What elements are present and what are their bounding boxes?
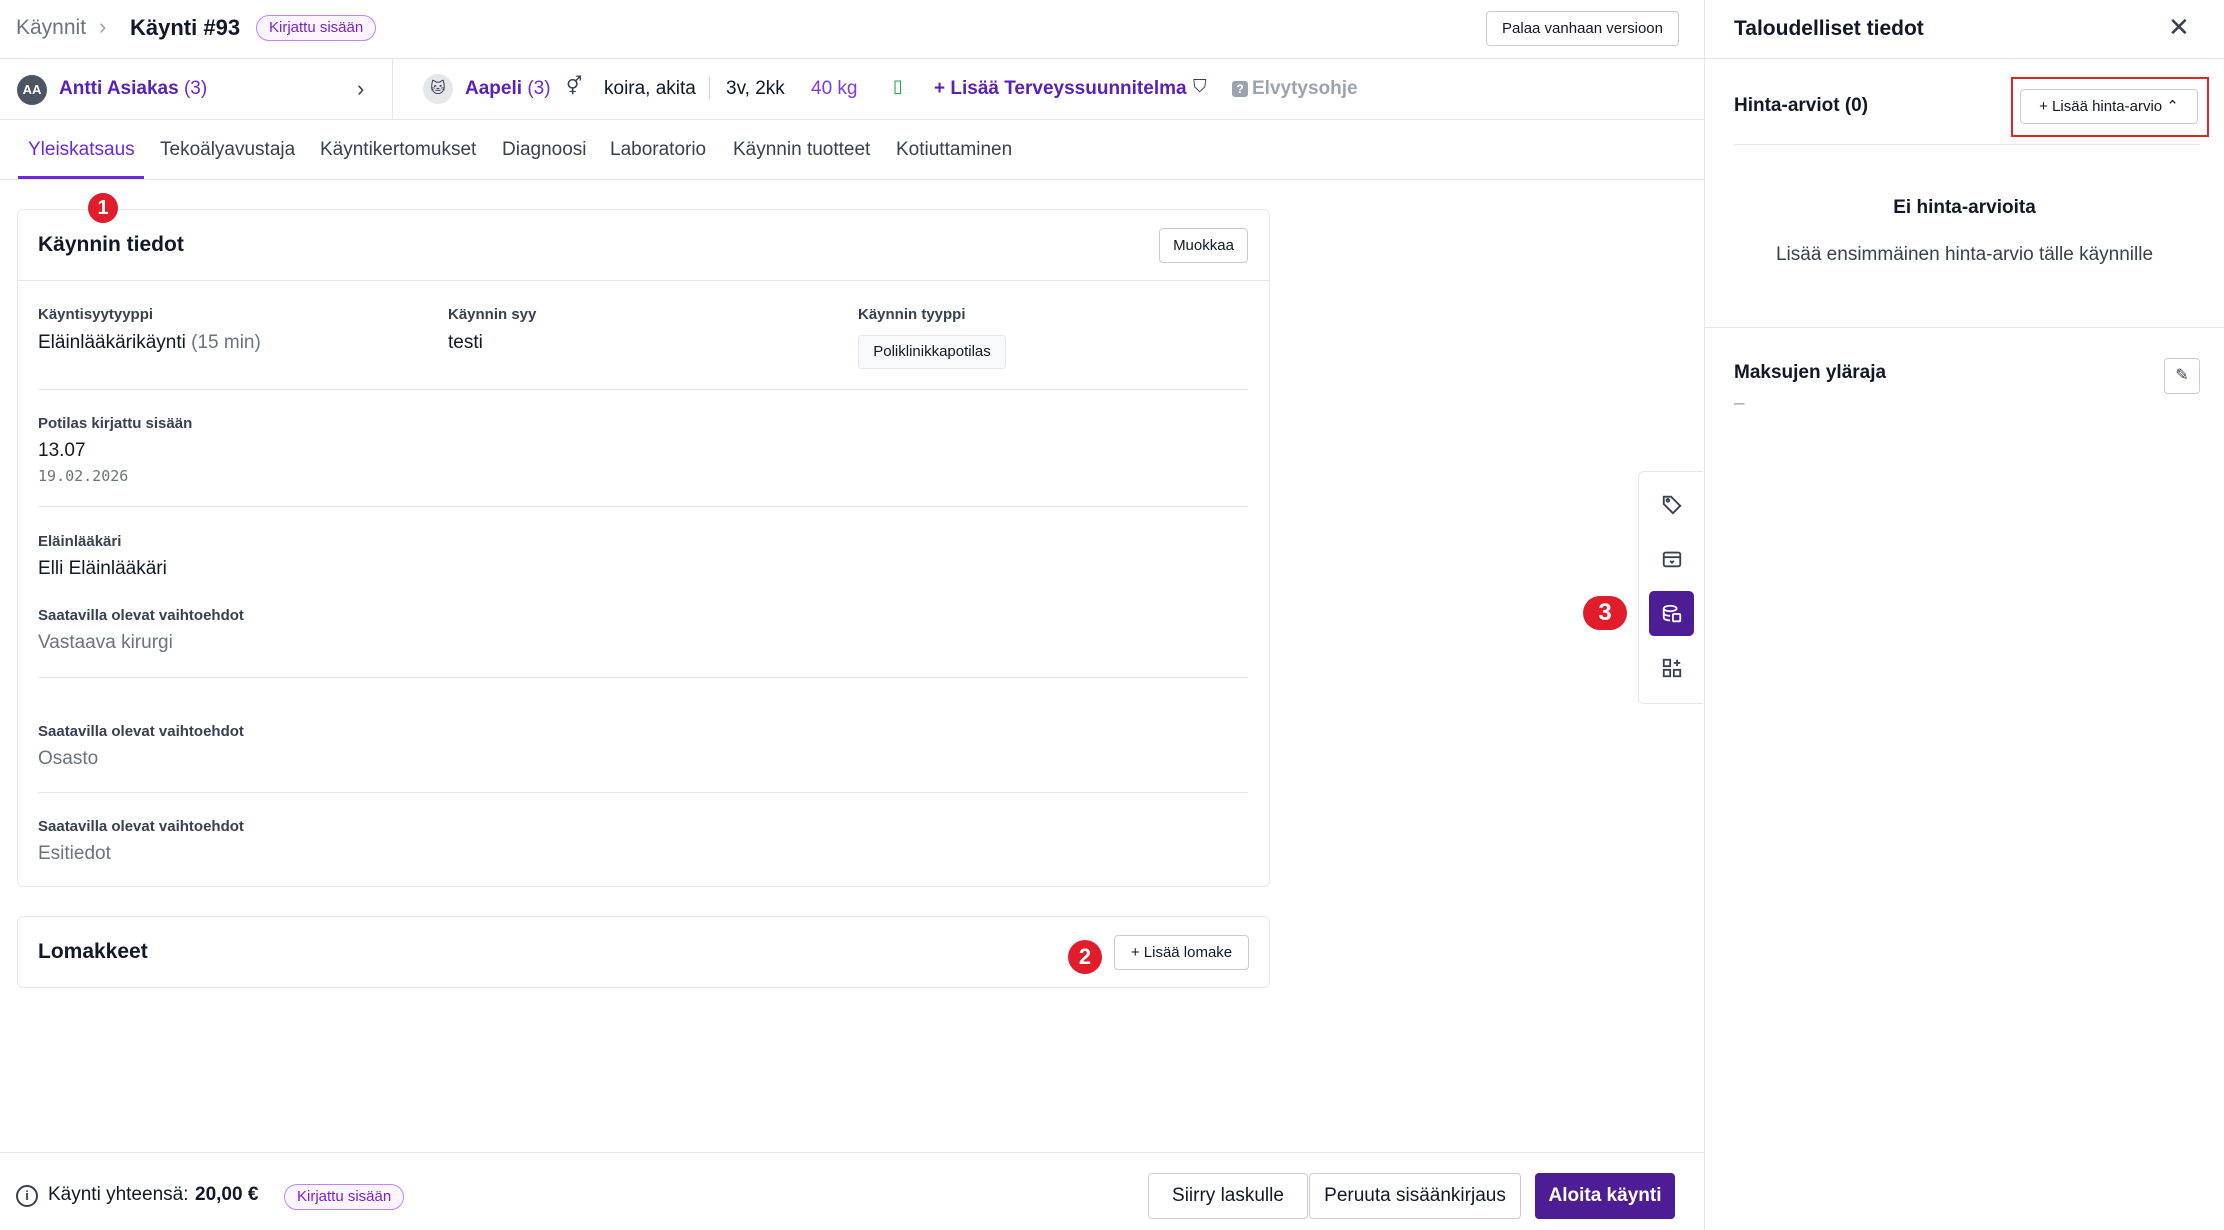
status-badge: Kirjattu sisään — [284, 1184, 405, 1210]
options-label: Saatavilla olevat vaihtoehdot — [38, 818, 244, 835]
pet-name: Aapeli — [465, 78, 523, 99]
pet-species: koira, akita — [604, 78, 696, 99]
history-select[interactable]: Esitiedot — [38, 843, 111, 865]
visit-type-tag: Poliklinikkapotilas — [858, 335, 1006, 369]
annotation-marker-3: 3 — [1583, 596, 1627, 630]
estimates-title: Hinta-arviot (0) — [1734, 95, 1869, 116]
info-icon[interactable]: i — [16, 1185, 38, 1207]
pet-age: 3v, 2kk — [726, 78, 785, 99]
pencil-icon[interactable]: ✎ — [2164, 358, 2200, 394]
reason-label: Käynnin syy — [448, 306, 537, 323]
old-version-button[interactable]: Palaa vanhaan versioon — [1486, 11, 1679, 46]
active-tab-indicator — [18, 176, 144, 179]
divider — [1705, 327, 2224, 328]
start-visit-button[interactable]: Aloita käynti — [1535, 1173, 1675, 1219]
breadcrumb-separator-icon: › — [99, 14, 107, 39]
surgeon-select[interactable]: Vastaava kirurgi — [38, 632, 173, 654]
divider — [709, 77, 710, 99]
finance-icon[interactable] — [1649, 591, 1694, 636]
fee-cap-title: Maksujen yläraja — [1734, 362, 1887, 383]
panel-title: Taloudelliset tiedot — [1734, 17, 1924, 40]
divider — [38, 792, 1248, 793]
status-badge: Kirjattu sisään — [256, 15, 377, 41]
sex-icon: ⚥ — [566, 76, 583, 96]
annotation-marker-1: 1 — [88, 193, 118, 223]
help-icon: ? — [1232, 81, 1248, 97]
options-label: Saatavilla olevat vaihtoehdot — [38, 607, 244, 624]
tab-overview[interactable]: Yleiskatsaus — [28, 139, 135, 161]
client-avatar: AA — [17, 75, 47, 105]
options-label: Saatavilla olevat vaihtoehdot — [38, 723, 244, 740]
forms-title: Lomakkeet — [38, 940, 148, 963]
divider — [392, 59, 393, 120]
tab-laboratory[interactable]: Laboratorio — [610, 139, 706, 161]
inbox-icon[interactable] — [1649, 536, 1694, 581]
ward-select[interactable]: Osasto — [38, 748, 98, 770]
reason-type-name: Eläinlääkärikäynti — [38, 332, 186, 353]
vet-label: Eläinlääkäri — [38, 533, 122, 550]
add-health-plan-link[interactable]: + Lisää Terveyssuunnitelma — [934, 78, 1187, 100]
close-icon[interactable]: ✕ — [2168, 12, 2190, 43]
financial-panel — [1704, 0, 2224, 1230]
total-label: Käynti yhteensä: — [48, 1184, 189, 1205]
visit-type-label: Käynnin tyyppi — [858, 306, 966, 323]
divider — [38, 677, 1248, 678]
divider — [38, 389, 1248, 390]
checkin-time: 13.07 — [38, 440, 86, 461]
page-title: Käynti #93 — [130, 15, 241, 40]
pet-avatar-icon: 🐱 — [423, 74, 453, 104]
card-title: Käynnin tiedot — [38, 233, 184, 256]
tab-ai-assistant[interactable]: Tekoälyavustaja — [160, 139, 295, 161]
tab-visit-notes[interactable]: Käyntikertomukset — [320, 139, 476, 161]
reason-value: testi — [448, 332, 483, 353]
add-form-button[interactable]: + Lisää lomake — [1114, 935, 1249, 970]
annotation-marker-2: 2 — [1068, 940, 1102, 974]
breadcrumb-visits-link[interactable]: Käynnit — [16, 16, 86, 40]
reason-type-value: Eläinlääkärikäynti (15 min) — [38, 332, 261, 354]
checkin-date: 19.02.2026 — [38, 467, 129, 485]
client-name: Antti Asiakas — [59, 78, 179, 99]
tab-discharge[interactable]: Kotiuttaminen — [896, 139, 1012, 161]
client-name-link[interactable]: Antti Asiakas (3) — [59, 78, 207, 100]
microchip-icon: ▯ — [893, 76, 903, 96]
divider — [38, 506, 1248, 507]
apps-icon[interactable] — [1649, 645, 1694, 690]
empty-state-title: Ei hinta-arvioita — [1893, 197, 2036, 218]
cancel-checkin-button[interactable]: Peruuta sisäänkirjaus — [1309, 1173, 1521, 1219]
edit-button[interactable]: Muokkaa — [1159, 228, 1248, 263]
pet-count: (3) — [527, 78, 551, 99]
tab-visit-products[interactable]: Käynnin tuotteet — [733, 139, 870, 161]
total-value: 20,00 € — [195, 1184, 259, 1205]
pet-name-link[interactable]: Aapeli (3) — [465, 78, 551, 100]
pet-weight[interactable]: 40 kg — [811, 78, 857, 100]
tag-icon[interactable] — [1649, 481, 1694, 526]
tab-diagnosis[interactable]: Diagnoosi — [502, 139, 587, 161]
reason-type-label: Käyntisyytyyppi — [38, 306, 154, 323]
chevron-right-icon[interactable]: › — [357, 76, 364, 102]
vet-value: Elli Eläinlääkäri — [38, 558, 167, 579]
card-header — [18, 210, 1269, 281]
shield-icon: ⛉ — [1193, 76, 1207, 96]
checkin-label: Potilas kirjattu sisään — [38, 415, 193, 432]
highlight-box — [2011, 77, 2209, 137]
fee-cap-value: – — [1734, 393, 1745, 414]
empty-state-text: Lisää ensimmäinen hinta-arvio tälle käyn… — [1775, 244, 2154, 265]
client-count: (3) — [183, 78, 208, 99]
divider — [1734, 144, 2200, 145]
resuscitation-label: Elvytysohje — [1252, 78, 1358, 99]
resuscitation-link[interactable]: ? Elvytysohje — [1232, 78, 1358, 100]
go-to-invoice-button[interactable]: Siirry laskulle — [1148, 1173, 1308, 1219]
reason-type-duration: (15 min) — [191, 332, 261, 353]
visit-details-card — [17, 209, 1270, 887]
